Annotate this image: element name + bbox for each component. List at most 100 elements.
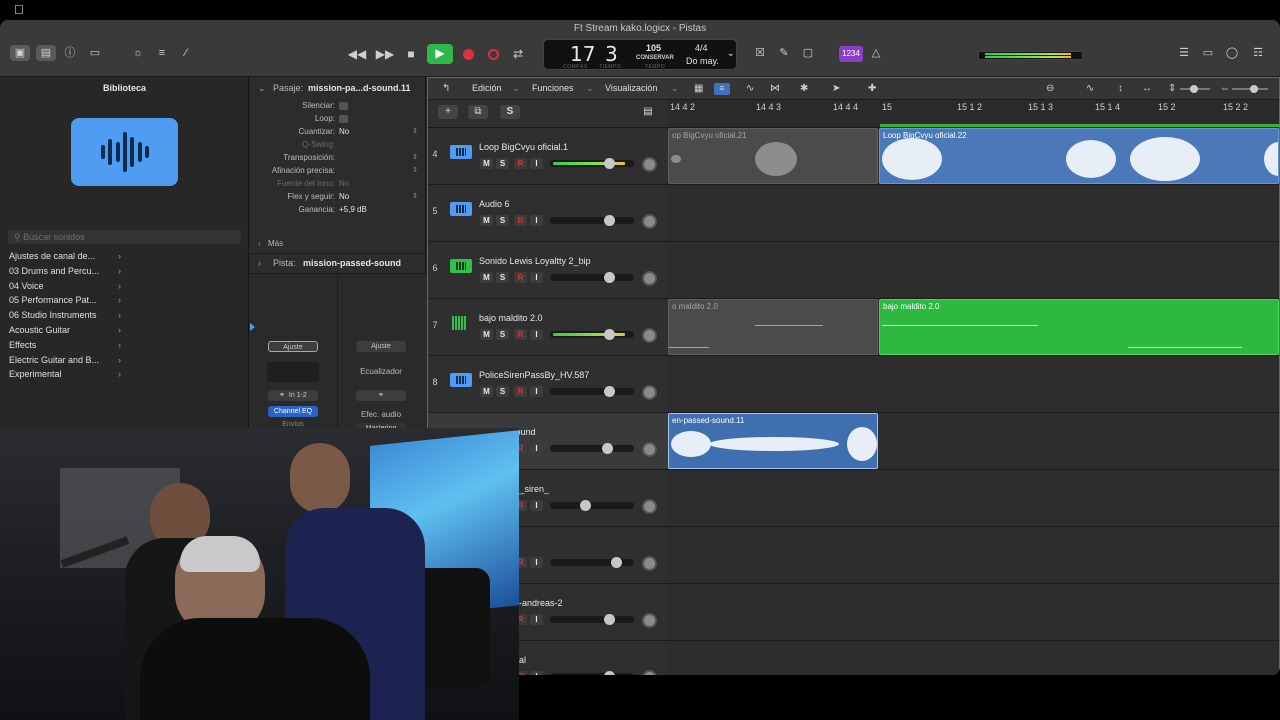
- left-setting-button[interactable]: Ajuste: [268, 341, 318, 352]
- input-monitor-button[interactable]: I: [530, 272, 543, 283]
- track-lane[interactable]: [668, 527, 1279, 584]
- input-monitor-button[interactable]: I: [530, 557, 543, 568]
- waveform-zoom-icon[interactable]: ∿: [1086, 83, 1094, 94]
- stepper-icon[interactable]: ⇕: [412, 152, 418, 164]
- flex-icon[interactable]: ⋈: [770, 83, 780, 94]
- vertical-zoom-icon[interactable]: ↕: [1118, 83, 1123, 94]
- library-toggle-icon[interactable]: ▣: [10, 45, 30, 61]
- track-lane[interactable]: [668, 242, 1279, 299]
- volume-knob[interactable]: [603, 386, 615, 397]
- solo-button[interactable]: S: [496, 386, 509, 397]
- stop-icon[interactable]: ■: [402, 45, 420, 63]
- inspector-row[interactable]: Cuantizar: No ⇕: [250, 126, 426, 138]
- volume-slider[interactable]: [550, 500, 634, 511]
- cycle-region[interactable]: [880, 124, 1280, 127]
- record-enable-button[interactable]: R: [514, 272, 527, 283]
- solo-button[interactable]: S: [496, 329, 509, 340]
- library-item[interactable]: Electric Guitar and B... ›: [9, 353, 121, 367]
- track-header[interactable]: 6 Sonido Lewis Loyaltty 2_bip M S R I: [428, 242, 668, 299]
- library-item[interactable]: Acoustic Guitar ›: [9, 323, 121, 337]
- pan-knob[interactable]: [642, 385, 657, 400]
- volume-knob[interactable]: [603, 272, 615, 283]
- apple-menu-icon[interactable]: : [14, 2, 24, 17]
- catch-icon[interactable]: ✱: [800, 83, 808, 94]
- stepper-icon[interactable]: ⇕: [412, 191, 418, 203]
- volume-knob[interactable]: [603, 614, 615, 625]
- horizontal-fit-icon[interactable]: ↔: [1142, 83, 1152, 94]
- track-lane[interactable]: [668, 470, 1279, 527]
- stepper-icon[interactable]: ⇕: [412, 126, 418, 138]
- mute-button[interactable]: M: [480, 215, 493, 226]
- record-enable-button[interactable]: R: [514, 329, 527, 340]
- input-monitor-button[interactable]: I: [530, 614, 543, 625]
- marquee-tool-icon[interactable]: ✚: [868, 83, 876, 94]
- track-lane[interactable]: [668, 356, 1279, 413]
- input-monitor-button[interactable]: I: [530, 443, 543, 454]
- track-lane[interactable]: [668, 641, 1279, 675]
- track-inspector-header[interactable]: › Pista: mission-passed-sound: [250, 257, 426, 269]
- solo-button[interactable]: S: [496, 272, 509, 283]
- inspector-row[interactable]: Fuente del tono: No: [250, 178, 426, 190]
- record-button[interactable]: [461, 45, 475, 63]
- library-item[interactable]: 04 Voice ›: [9, 279, 121, 293]
- add-track-icon[interactable]: +: [438, 105, 458, 119]
- lcd-menu-chevron-icon[interactable]: ⌄: [727, 48, 735, 59]
- library-search-input[interactable]: ⚲ Buscar sonidos: [8, 230, 241, 244]
- input-monitor-button[interactable]: I: [530, 215, 543, 226]
- volume-slider[interactable]: [550, 671, 634, 675]
- vertical-zoom-slider[interactable]: [1180, 85, 1210, 93]
- mute-button[interactable]: M: [480, 272, 493, 283]
- pan-knob[interactable]: [642, 328, 657, 343]
- input-monitor-button[interactable]: I: [530, 500, 543, 511]
- pan-knob[interactable]: [642, 214, 657, 229]
- library-item[interactable]: 06 Studio Instruments ›: [9, 308, 121, 322]
- editors-icon[interactable]: ∕: [176, 45, 196, 61]
- volume-slider[interactable]: [550, 443, 634, 454]
- channel-eq-slot[interactable]: Channel EQ: [268, 406, 318, 417]
- eq-thumbnail[interactable]: [267, 362, 319, 382]
- volume-slider[interactable]: [550, 215, 634, 226]
- track-header[interactable]: 7 bajo maldito 2.0 M S R I: [428, 299, 668, 356]
- pointer-tool-icon[interactable]: ➤: [832, 83, 840, 94]
- volume-knob[interactable]: [602, 443, 614, 454]
- play-button[interactable]: ▶: [427, 44, 453, 64]
- inspector-row[interactable]: Flex y seguir: No ⇕: [250, 191, 426, 203]
- track-header[interactable]: 4 Loop BigCvyu oficial.1 M S R I: [428, 128, 668, 185]
- link-icon[interactable]: ⚭: [356, 390, 406, 401]
- volume-slider[interactable]: [550, 158, 634, 169]
- mute-button[interactable]: M: [480, 158, 493, 169]
- track-lane[interactable]: [668, 584, 1279, 641]
- equalizer-label[interactable]: Ecualizador: [350, 367, 412, 376]
- track-lane[interactable]: op BigCvyu oficial.21 Loop BigCvyu oficia…: [668, 128, 1279, 185]
- track-name[interactable]: Sonido Lewis Loyaltty 2_bip: [479, 256, 591, 266]
- solo-button[interactable]: S: [496, 158, 509, 169]
- record-enable-button[interactable]: R: [514, 386, 527, 397]
- input-monitor-button[interactable]: I: [530, 671, 543, 675]
- horizontal-zoom-slider[interactable]: [1232, 85, 1268, 93]
- mute-button[interactable]: M: [480, 329, 493, 340]
- track-header[interactable]: 5 Audio 6 MSRI: [428, 185, 668, 242]
- volume-slider[interactable]: [550, 614, 634, 625]
- automation-icon[interactable]: ∿: [746, 83, 754, 94]
- region[interactable]: o maldito 2.0: [668, 299, 878, 355]
- library-item[interactable]: Ajustes de canal de... ›: [9, 249, 121, 263]
- lcd-display[interactable]: 17 3 COMPÁS TIEMPO 105 CONSERVAR TEMPO 4…: [543, 39, 737, 70]
- right-setting-button[interactable]: Ajuste: [356, 341, 406, 352]
- library-item[interactable]: Experimental ›: [9, 367, 121, 381]
- functions-menu[interactable]: Funciones: [532, 83, 574, 93]
- global-tracks-icon[interactable]: ▤: [638, 105, 658, 119]
- input-slot[interactable]: ⚭ In 1-2: [268, 390, 318, 401]
- region[interactable]: Loop BigCvyu oficial.22: [879, 128, 1279, 184]
- inspector-row[interactable]: Afinación precisa: ⇕: [250, 165, 426, 177]
- global-solo-button[interactable]: S: [500, 105, 520, 119]
- record-enable-button[interactable]: R: [514, 158, 527, 169]
- track-name[interactable]: PoliceSirenPassBy_HV.587: [479, 370, 589, 380]
- replace-record-button[interactable]: [486, 45, 500, 63]
- browsers-icon[interactable]: ☶: [1248, 45, 1268, 61]
- metronome-click-icon[interactable]: △: [866, 45, 886, 61]
- tuner-icon[interactable]: ☒: [750, 45, 770, 61]
- inspector-row[interactable]: Q-Swing:: [250, 139, 426, 151]
- pan-knob[interactable]: [642, 670, 657, 675]
- pan-knob[interactable]: [642, 499, 657, 514]
- volume-slider[interactable]: [550, 557, 634, 568]
